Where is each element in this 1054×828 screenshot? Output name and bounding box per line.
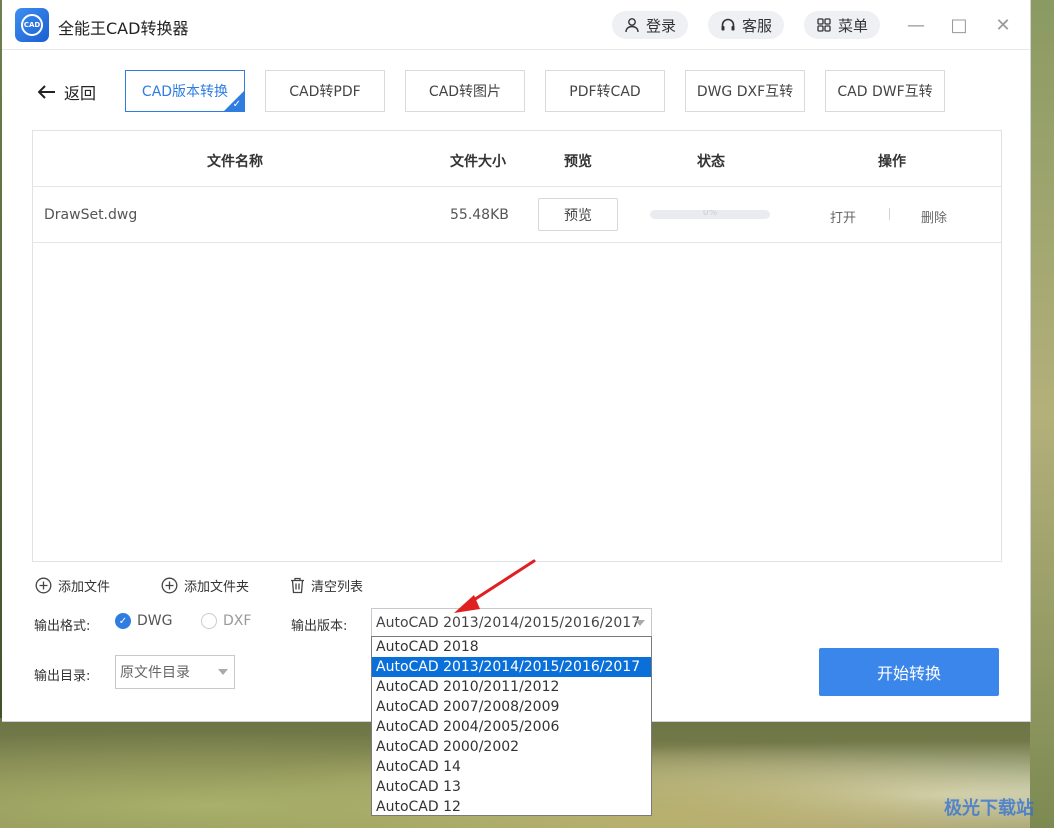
selected-dir: 原文件目录 [120,665,190,681]
file-name: DrawSet.dwg [44,207,138,223]
dropdown-option[interactable]: AutoCAD 2018 [372,637,651,657]
output-format-label: 输出格式: [34,619,91,634]
file-size: 55.48KB [450,207,509,223]
checkmark-icon: ✓ [232,99,241,110]
tab-label: DWG DXF互转 [696,84,794,100]
tab-cad-to-pdf[interactable]: CAD转PDF [265,70,385,112]
maximize-button[interactable]: □ [947,13,971,37]
tab-label: CAD转图片 [428,84,502,100]
tab-label: CAD DWF互转 [837,84,933,100]
add-file-button[interactable]: 添加文件 [35,576,110,595]
dropdown-arrow-icon [635,620,645,626]
tab-pdf-to-cad[interactable]: PDF转CAD [545,70,665,112]
clear-list-button[interactable]: 清空列表 [290,576,363,595]
header-file-size: 文件大小 [450,154,506,170]
file-table: 文件名称 文件大小 预览 状态 操作 DrawSet.dwg 55.48KB 预… [32,130,1002,562]
grid-menu-icon [817,18,831,32]
version-dropdown-list: AutoCAD 2018 AutoCAD 2013/2014/2015/2016… [371,636,652,816]
cad-logo-icon: CAD [21,14,43,36]
open-link[interactable]: 打开 [830,207,856,226]
dropdown-arrow-icon [218,669,228,675]
add-file-label: 添加文件 [58,580,111,595]
tab-cad-dwf[interactable]: CAD DWF互转 [825,70,945,112]
trash-icon [291,577,304,594]
service-button[interactable]: 客服 [708,11,785,39]
radio-label: DWG [137,613,173,629]
output-dir-label: 输出目录: [34,669,91,684]
dropdown-option[interactable]: AutoCAD 2007/2008/2009 [372,697,651,717]
radio-label: DXF [223,613,252,629]
tab-cad-to-image[interactable]: CAD转图片 [405,70,525,112]
user-icon [625,18,639,33]
clear-list-label: 清空列表 [311,580,364,595]
minimize-button[interactable]: — [904,13,928,37]
progress-text: 0% [702,210,718,218]
radio-unchecked-icon [201,613,217,629]
dropdown-option[interactable]: AutoCAD 12 [372,797,651,817]
radio-dxf[interactable]: DXF [201,613,251,629]
progress-bar: 0% [650,210,770,219]
dropdown-option[interactable]: AutoCAD 2010/2011/2012 [372,677,651,697]
start-convert-button[interactable]: 开始转换 [819,648,999,696]
header-preview: 预览 [564,154,592,170]
tab-dwg-dxf[interactable]: DWG DXF互转 [685,70,805,112]
add-folder-label: 添加文件夹 [184,580,250,595]
dropdown-option-selected[interactable]: AutoCAD 2013/2014/2015/2016/2017 [372,657,651,677]
output-dir-select[interactable]: 原文件目录 [115,655,235,689]
menu-button[interactable]: 菜单 [804,11,881,39]
dropdown-option[interactable]: AutoCAD 2004/2005/2006 [372,717,651,737]
delete-link[interactable]: 删除 [921,207,947,226]
watermark-logo: 极光下载站 [944,798,1034,819]
table-row[interactable]: DrawSet.dwg 55.48KB 预览 0% 打开 删除 [33,187,1001,243]
login-button[interactable]: 登录 [612,11,689,39]
tab-cad-version[interactable]: CAD版本转换 ✓ [125,70,245,112]
red-arrow-annotation [454,559,536,613]
dropdown-option[interactable]: AutoCAD 2000/2002 [372,737,651,757]
app-title: 全能王CAD转换器 [58,19,189,38]
login-label: 登录 [646,16,677,35]
tab-label: PDF转CAD [569,84,641,100]
divider [889,208,890,220]
dropdown-option[interactable]: AutoCAD 13 [372,777,651,797]
add-folder-button[interactable]: 添加文件夹 [161,576,249,595]
tab-label: CAD转PDF [289,84,361,100]
radio-dwg[interactable]: ✓ DWG [115,613,172,629]
menu-label: 菜单 [838,16,869,35]
service-label: 客服 [742,16,773,35]
back-button[interactable]: 返回 [38,80,96,104]
back-label: 返回 [64,84,97,103]
app-logo: CAD [15,8,49,42]
close-button[interactable]: ✕ [991,13,1015,37]
arrow-left-icon [38,85,55,99]
dropdown-option[interactable]: AutoCAD 14 [372,757,651,777]
plus-circle-icon [35,577,52,594]
radio-checked-icon: ✓ [115,613,131,629]
title-bar: CAD 全能王CAD转换器 登录 客服 菜单 — □ ✕ [2,0,1030,50]
header-file-name: 文件名称 [207,154,263,170]
tab-label: CAD版本转换 [141,84,229,100]
plus-circle-icon [161,577,178,594]
preview-button[interactable]: 预览 [538,198,618,231]
headset-icon [721,18,735,31]
header-status: 状态 [697,154,725,170]
header-operations: 操作 [878,154,906,170]
output-version-label: 输出版本: [291,619,348,634]
table-header: 文件名称 文件大小 预览 状态 操作 [33,131,1001,187]
